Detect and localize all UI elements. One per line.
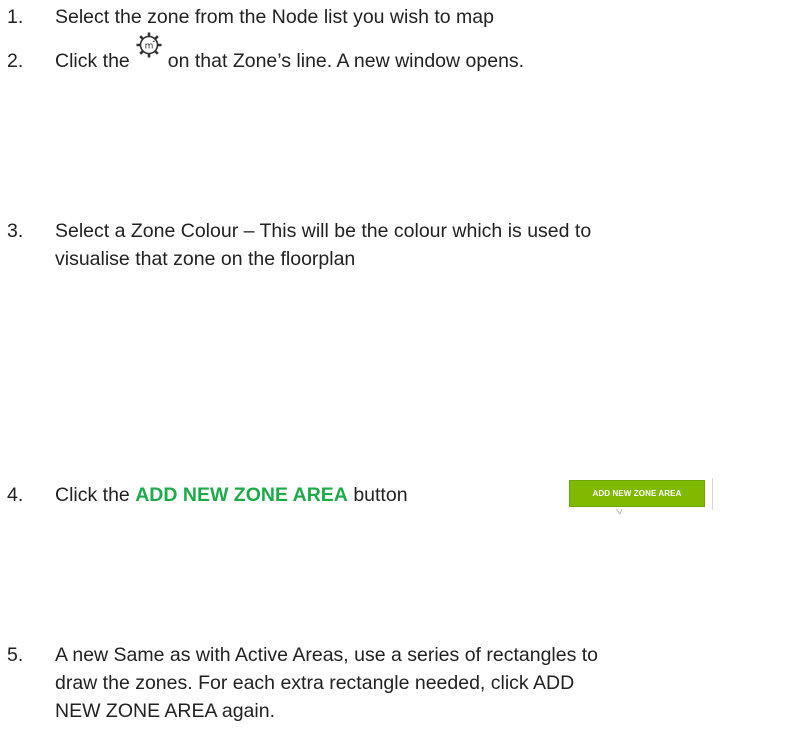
step-text: button — [353, 484, 408, 506]
step-2: 2. Click the m 2 on that Zone’s line. A n… — [0, 32, 525, 75]
step-text-continued: visualise that zone on the floorplan — [55, 248, 356, 270]
step-number: 2. — [7, 50, 24, 72]
step-text-continued: draw the zones. For each extra rectangle… — [55, 672, 575, 694]
step-text: Select a Zone Colour – This will be the … — [55, 220, 592, 242]
step-4: 4. Click the ADD NEW ZONE AREA button — [0, 481, 408, 509]
step-highlight: ADD NEW ZONE AREA — [135, 484, 348, 506]
step-text: on that Zone’s line. A new window opens. — [167, 50, 525, 72]
step-3: 3. Select a Zone Colour – This will be th… — [0, 217, 591, 273]
step-text: Click the — [55, 484, 130, 506]
step-number: 4. — [7, 484, 24, 506]
step-text: A new Same as with Active Areas, use a s… — [55, 644, 599, 666]
step-text-continued: NEW ZONE AREA again. — [55, 700, 275, 722]
step-5: 5. A new Same as with Active Areas, use a… — [0, 641, 598, 725]
gear-m2-icon: m 2 — [130, 32, 168, 75]
step-text: Select the zone from the Node list you w… — [55, 6, 494, 28]
add-new-zone-area-button[interactable]: ADD NEW ZONE AREA — [569, 480, 705, 507]
step-number: 5. — [7, 644, 24, 666]
step-number: 3. — [7, 220, 24, 242]
step-text: Click the — [55, 50, 130, 72]
step-number: 1. — [7, 6, 24, 28]
svg-text:2: 2 — [152, 38, 155, 44]
step-1: 1. Select the zone from the Node list you… — [0, 3, 494, 31]
button-pointer-tail — [616, 509, 623, 515]
divider — [712, 478, 713, 510]
